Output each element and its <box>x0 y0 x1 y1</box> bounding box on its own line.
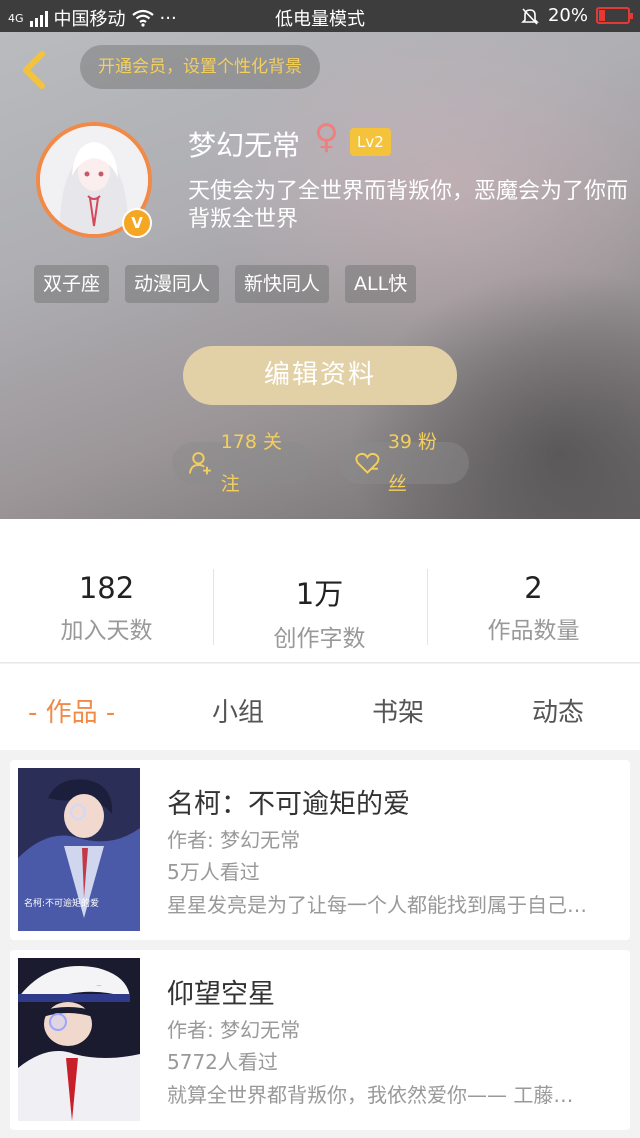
tag-item[interactable]: ALL快 <box>345 265 417 303</box>
fans-count: 39 粉丝 <box>387 431 438 495</box>
tab-works[interactable]: - 作品 - <box>28 692 115 729</box>
work-title: 仰望空星 <box>167 979 275 1010</box>
profile-header: 开通会员，设置个性化背景 V 梦幻无常 ♀ Lv2 天使会为了全世界而背叛你，恶… <box>0 32 640 519</box>
cover-illustration: 名柯:不可逾矩的爱 <box>18 768 140 931</box>
work-description: 星星发亮是为了让每一个人都能找到属于自己… <box>167 893 587 917</box>
profile-motto: 天使会为了全世界而背叛你，恶魔会为了你而背叛全世界 <box>188 179 629 232</box>
back-arrow-icon[interactable] <box>18 50 52 90</box>
network-type: 4G <box>8 11 24 25</box>
status-bar: 4G 中国移动 ··· 低电量模式 20% <box>0 0 640 32</box>
vip-badge: V <box>122 208 152 238</box>
signal-icon <box>29 9 48 27</box>
work-description: 就算全世界都背叛你，我依然爱你—— 工藤… <box>167 1083 574 1107</box>
stat-works: 2 作品数量 <box>427 571 640 645</box>
cover-script-text: ~ <box>96 982 102 990</box>
carrier-name: 中国移动 <box>53 9 126 30</box>
work-author: 作者: 梦幻无常 <box>167 1018 301 1042</box>
cover-illustration: ~ <box>18 958 140 1121</box>
tag-item[interactable]: 双子座 <box>34 265 110 303</box>
fans-button[interactable]: 39 粉丝 <box>339 431 469 495</box>
tab-activity[interactable]: 动态 <box>532 692 584 729</box>
tab-groups[interactable]: 小组 <box>212 692 264 729</box>
mute-bell-icon <box>521 7 539 25</box>
stat-label: 作品数量 <box>487 618 580 644</box>
stat-value: 1万 <box>295 577 344 611</box>
battery-percent: 20% <box>547 5 588 26</box>
membership-prompt-button[interactable]: 开通会员，设置个性化背景 <box>80 45 320 89</box>
work-cover[interactable]: ~ <box>18 958 140 1121</box>
stat-value: 2 <box>524 571 543 605</box>
following-count: 178 关注 <box>220 431 283 495</box>
stat-words: 1万 创作字数 <box>213 571 426 653</box>
edit-profile-button[interactable]: 编辑资料 <box>183 346 457 405</box>
cover-title-text: 名柯:不可逾矩的爱 <box>24 897 99 909</box>
work-author: 作者: 梦幻无常 <box>167 828 301 852</box>
level-badge: Lv2 <box>350 128 391 156</box>
stat-value: 182 <box>78 571 135 605</box>
more-dots: ··· <box>159 7 177 29</box>
battery-icon <box>596 7 633 24</box>
wifi-icon <box>131 9 154 27</box>
tab-bookshelf[interactable]: 书架 <box>372 692 424 729</box>
heart-icon <box>355 452 380 474</box>
tag-item[interactable]: 动漫同人 <box>125 265 220 303</box>
work-views: 5万人看过 <box>167 860 260 884</box>
work-card[interactable]: ~ 仰望空星 作者: 梦幻无常 5772人看过 就算全世界都背叛你，我依然爱你—… <box>10 950 630 1130</box>
user-add-icon <box>188 452 211 475</box>
work-cover[interactable]: 名柯:不可逾矩的爱 <box>18 768 140 931</box>
username: 梦幻无常 <box>188 129 301 162</box>
gender-female-icon: ♀ <box>314 117 339 157</box>
following-button[interactable]: 178 关注 <box>172 431 313 495</box>
profile-tabs: - 作品 - 小组 书架 动态 <box>0 664 640 750</box>
interest-tags: 双子座 动漫同人 新快同人 ALL快 <box>34 265 417 303</box>
stats-panel: 182 加入天数 1万 创作字数 2 作品数量 <box>0 519 640 663</box>
stat-label: 创作字数 <box>273 626 366 652</box>
stat-label: 加入天数 <box>60 618 153 644</box>
stat-days: 182 加入天数 <box>0 571 213 645</box>
work-title: 名柯：不可逾矩的爱 <box>167 789 410 820</box>
work-card[interactable]: 名柯:不可逾矩的爱 名柯：不可逾矩的爱 作者: 梦幻无常 5万人看过 星星发亮是… <box>10 760 630 940</box>
work-views: 5772人看过 <box>167 1050 278 1074</box>
tag-item[interactable]: 新快同人 <box>235 265 330 303</box>
